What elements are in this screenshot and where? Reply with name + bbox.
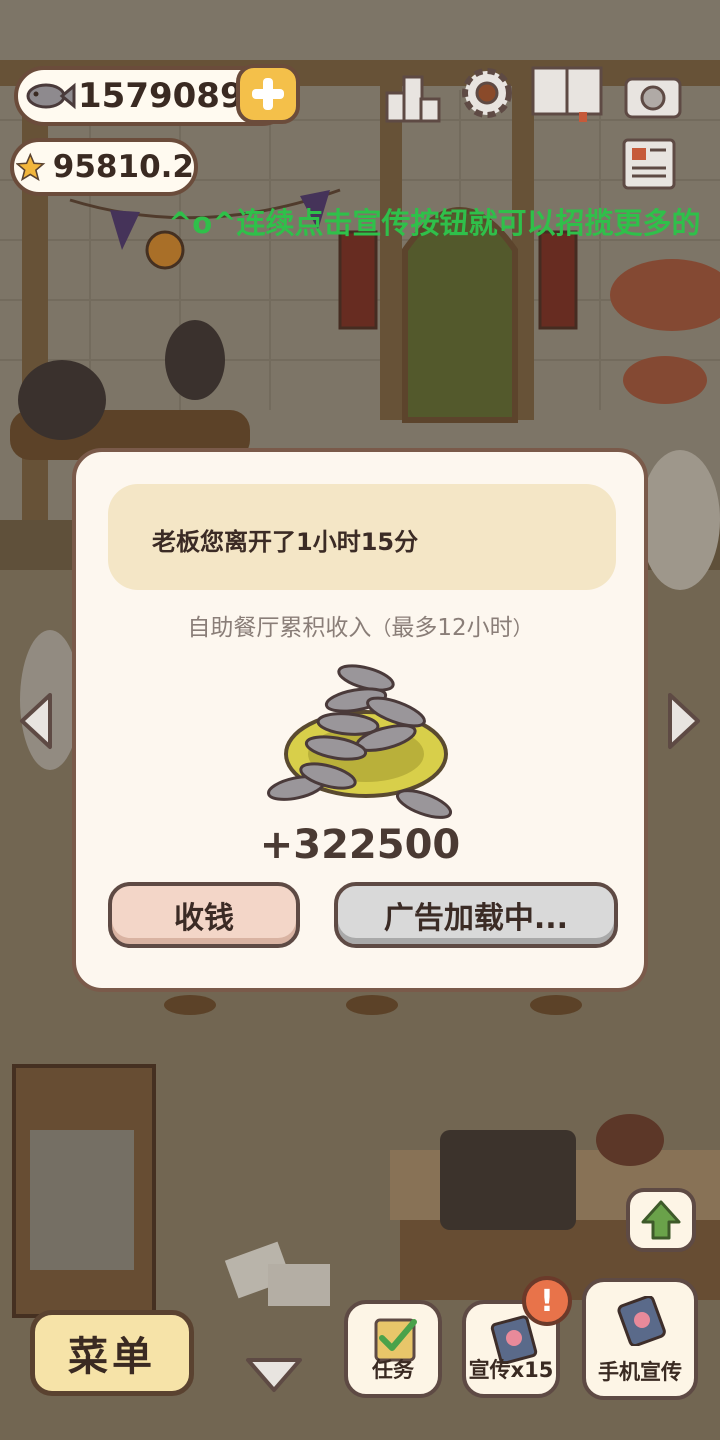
alert-badge: ! [522,1276,572,1326]
settings-gear-icon[interactable] [454,62,520,124]
nav-right-arrow-icon[interactable] [662,690,706,752]
promote-label: 宣传x15 [468,1358,554,1382]
add-currency-button[interactable] [236,64,300,124]
income-amount: +322500 [259,822,461,868]
newspaper-icon[interactable] [616,134,682,196]
up-arrow-icon [641,1200,681,1240]
camera-icon[interactable] [620,64,686,126]
scroll-up-button[interactable] [626,1188,696,1252]
plus-icon [252,78,284,110]
paren-open: （ [371,616,392,640]
nav-left-arrow-icon[interactable] [14,690,58,752]
ranking-icon[interactable] [380,66,446,128]
offline-income-dialog: 老板您离开了1小时15分 自助餐厅累积收入（最多12小时） +322500 收钱… [72,448,648,992]
away-notice-box: 老板您离开了1小时15分 [108,484,616,590]
fish-pile-icon [267,664,453,819]
menu-button[interactable]: 菜单 [30,1310,194,1396]
promo-marquee-text: ^o^连续点击宣传按钮就可以招揽更多的 [168,206,701,240]
tasks-label: 任务 [372,1358,414,1382]
star-icon [16,152,46,182]
phone-promote-label: 手机宣传 [598,1360,682,1384]
income-subtitle: 自助餐厅累积收入（最多12小时） [76,608,644,642]
collect-money-label: 收钱 [174,901,234,936]
phone-promote-button[interactable]: 手机宣传 [582,1278,698,1400]
tasks-button[interactable]: 任务 [344,1300,442,1398]
ad-loading-button[interactable]: 广告加载中... [334,882,618,948]
menu-label: 菜单 [68,1334,156,1380]
income-limit-text: 最多12小时 [391,615,513,641]
phone-flyer-icon [617,1296,666,1346]
collect-money-button[interactable]: 收钱 [108,882,300,948]
star-currency-value: 95810.2 [52,149,194,185]
ad-loading-label: 广告加载中... [383,901,569,936]
income-subtitle-main: 自助餐厅累积收入 [187,615,372,641]
down-arrow-icon[interactable] [244,1356,304,1394]
away-notice-text: 老板您离开了1小时15分 [152,528,419,556]
paren-close: ） [512,616,533,640]
star-currency-display: 95810.2 [10,138,198,196]
recipe-book-icon[interactable] [528,62,608,124]
fish-icon [26,82,76,110]
